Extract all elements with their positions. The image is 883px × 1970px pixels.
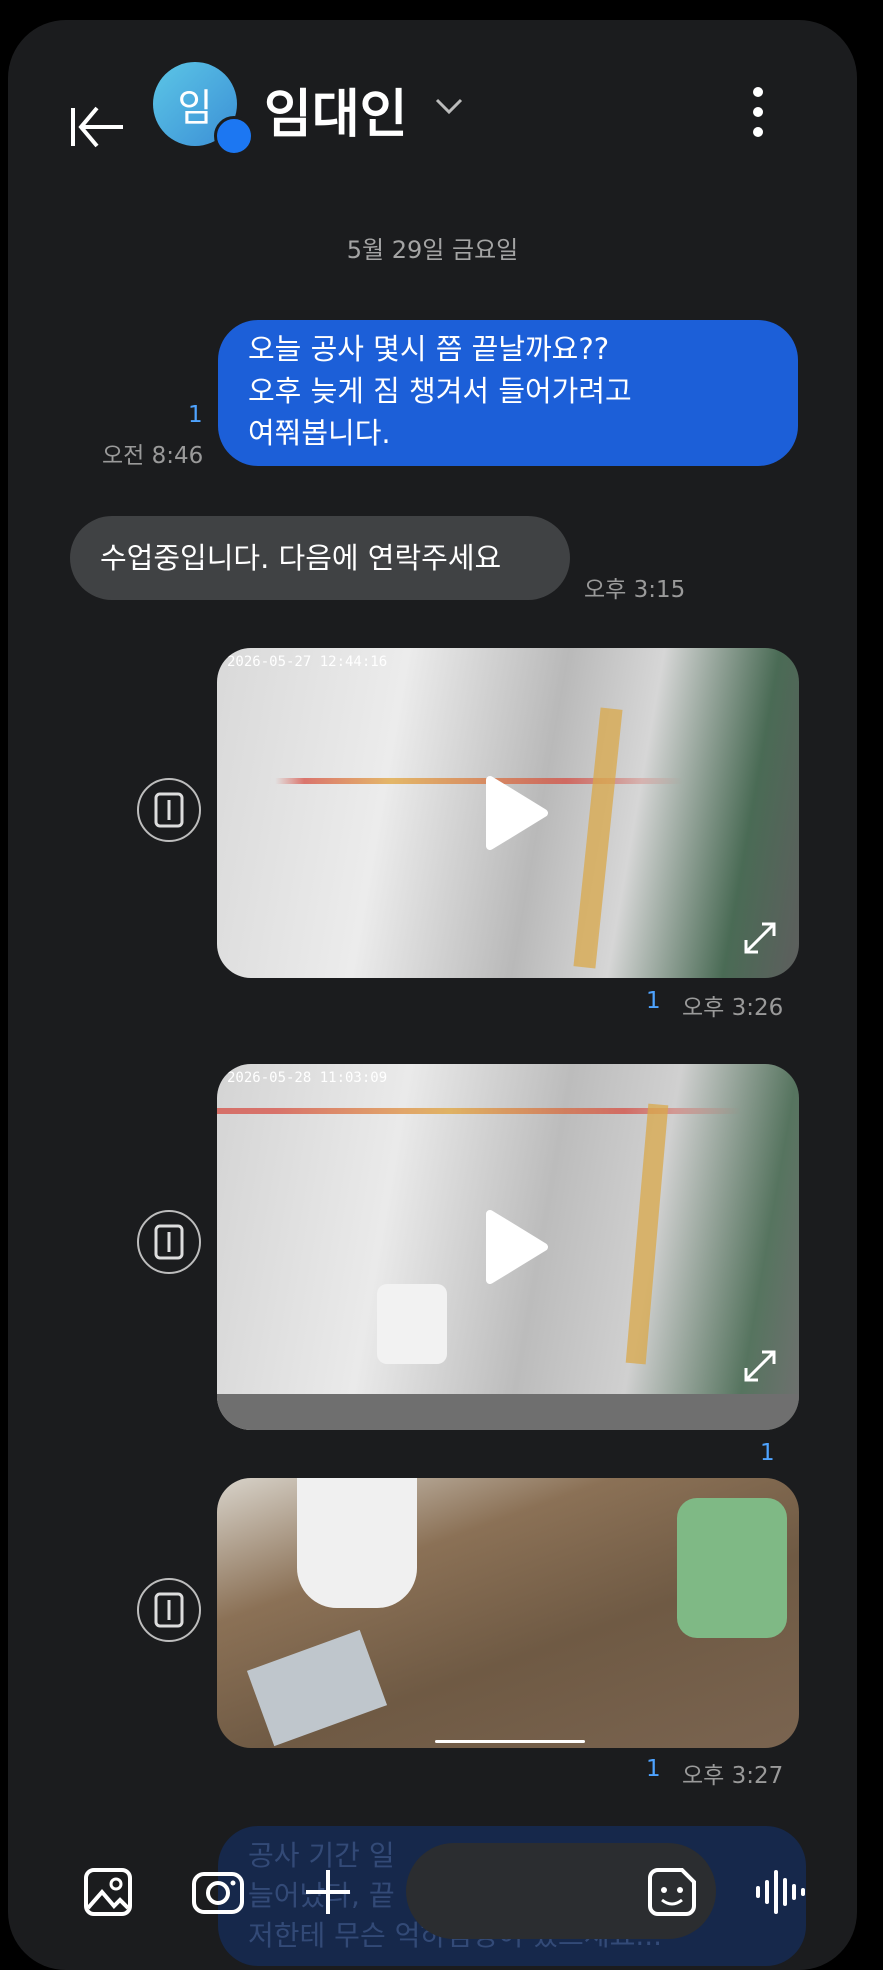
- tape-vertical: [625, 1103, 669, 1365]
- share-button[interactable]: [137, 1210, 201, 1274]
- message-line: 오후 늦게 짐 챙겨서 들어가려고: [248, 374, 632, 408]
- video-message[interactable]: 2026-05-27 12:44:16: [217, 648, 799, 978]
- message-line: 여쭤봅니다.: [248, 416, 391, 450]
- message-time: 오전 8:46: [102, 443, 204, 469]
- share-button[interactable]: [137, 778, 201, 842]
- tile-shape: [246, 1629, 388, 1747]
- sticker-icon[interactable]: [642, 1862, 702, 1922]
- image-message[interactable]: [217, 1478, 799, 1748]
- tape-vertical: [573, 707, 623, 969]
- chat-badge-icon: [214, 116, 254, 156]
- expand-icon[interactable]: [740, 1346, 780, 1386]
- chair-shape: [377, 1284, 447, 1364]
- video-timestamp: 2026-05-28 11:03:09: [227, 1070, 388, 1086]
- incoming-message-bubble[interactable]: 수업중입니다. 다음에 연락주세요: [70, 516, 570, 600]
- home-indicator: [435, 1740, 585, 1743]
- date-divider: 5월 29일 금요일: [346, 236, 519, 264]
- share-button[interactable]: [137, 1578, 201, 1642]
- share-icon: [154, 792, 184, 828]
- chat-screen: 임 임대인 5월 29일 금요일 1 오전 8:46 오늘 공사 몇시 쯤 끝날…: [8, 20, 857, 1970]
- bag-shape: [677, 1498, 787, 1638]
- message-time: 오후 3:26: [682, 995, 784, 1021]
- message-time: 오후 3:15: [584, 577, 686, 603]
- camera-icon[interactable]: [188, 1862, 248, 1922]
- voice-icon[interactable]: [750, 1862, 810, 1922]
- video-control-bar: [217, 1394, 799, 1430]
- chevron-down-icon[interactable]: [434, 96, 464, 116]
- tape-stripe: [217, 1108, 799, 1114]
- share-icon: [154, 1224, 184, 1260]
- gallery-icon[interactable]: [78, 1862, 138, 1922]
- unread-count: 1: [188, 402, 203, 428]
- unread-count: 1: [646, 988, 661, 1014]
- outgoing-message-bubble[interactable]: 오늘 공사 몇시 쯤 끝날까요?? 오후 늦게 짐 챙겨서 들어가려고 여쭤봅니…: [218, 320, 798, 466]
- share-icon: [154, 1592, 184, 1628]
- unread-count: 1: [760, 1440, 775, 1466]
- appliance-shape: [297, 1478, 417, 1608]
- expand-icon[interactable]: [740, 918, 780, 958]
- video-timestamp: 2026-05-27 12:44:16: [227, 654, 388, 670]
- add-icon[interactable]: [298, 1862, 358, 1922]
- message-time: 오후 3:27: [682, 1763, 784, 1789]
- back-button[interactable]: [63, 92, 133, 162]
- message-line: 오늘 공사 몇시 쯤 끝날까요??: [248, 332, 610, 366]
- video-message[interactable]: 2026-05-28 11:03:09: [217, 1064, 799, 1430]
- more-options-button[interactable]: [746, 82, 770, 142]
- play-icon[interactable]: [484, 1210, 548, 1284]
- play-icon[interactable]: [484, 776, 548, 850]
- unread-count: 1: [646, 1756, 661, 1782]
- contact-name[interactable]: 임대인: [264, 72, 408, 147]
